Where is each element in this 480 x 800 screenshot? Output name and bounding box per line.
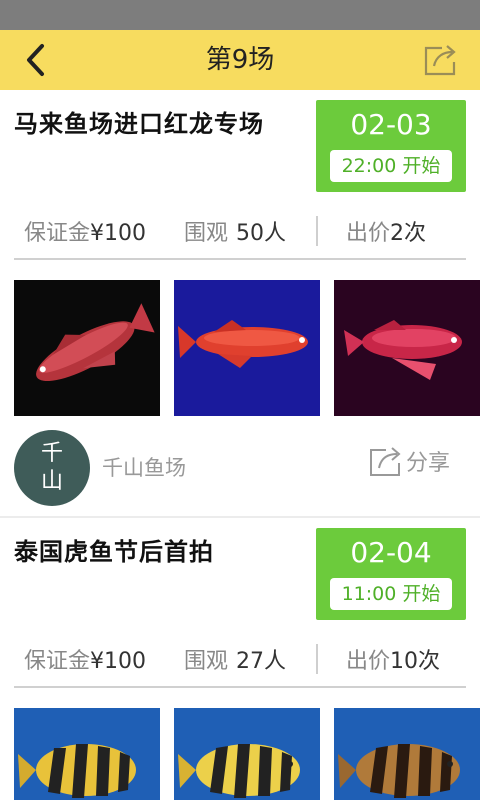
bid-value: 2次 xyxy=(390,221,427,246)
auction-stats: 保证金¥100 围观 27人 出价10次 xyxy=(14,636,466,682)
deposit-stat: 保证金¥100 xyxy=(24,215,146,247)
auction-title: 泰国虎鱼节后首拍 xyxy=(14,538,214,566)
fish-photo[interactable] xyxy=(174,280,320,416)
chevron-left-icon xyxy=(27,44,44,76)
deposit-label: 保证金 xyxy=(24,649,91,674)
bid-stat: 出价10次 xyxy=(346,643,440,675)
auction-title: 马来鱼场进口红龙专场 xyxy=(14,110,264,138)
auction-card[interactable]: 泰国虎鱼节后首拍 02-04 11:00 开始 保证金¥100 围观 27人 出价… xyxy=(0,518,480,800)
watch-value: 50人 xyxy=(236,221,287,246)
avatar-text-line: 千 xyxy=(40,441,63,466)
fish-photo[interactable] xyxy=(174,708,320,800)
share-label: 分享 xyxy=(405,451,450,476)
deposit-stat: 保证金¥100 xyxy=(24,643,146,675)
watch-label: 围观 xyxy=(184,221,229,246)
fish-photo[interactable] xyxy=(334,708,480,800)
bid-stat: 出价2次 xyxy=(346,215,426,247)
page-title: 第9场 xyxy=(205,45,275,75)
arowana-image xyxy=(174,280,320,416)
bid-label: 出价 xyxy=(346,221,391,246)
share-button[interactable] xyxy=(420,40,460,80)
watch-value: 27人 xyxy=(236,649,287,674)
auction-card[interactable]: 马来鱼场进口红龙专场 02-03 22:00 开始 保证金¥100 围观 50人 … xyxy=(0,90,480,520)
status-bar xyxy=(0,0,480,30)
share-button[interactable]: 分享 xyxy=(368,444,450,478)
divider xyxy=(14,686,466,688)
tiger-fish-image xyxy=(14,708,160,800)
bid-value: 10次 xyxy=(390,649,441,674)
fish-photo[interactable] xyxy=(334,280,480,416)
avatar-text-line: 山 xyxy=(40,469,63,494)
fish-photo[interactable] xyxy=(14,708,160,800)
auction-date: 02-03 xyxy=(350,108,432,141)
auction-stats: 保证金¥100 围观 50人 出价2次 xyxy=(14,208,466,254)
tiger-fish-image xyxy=(174,708,320,800)
seller-row: 千 山 千山鱼场 分享 xyxy=(0,428,480,506)
stat-divider xyxy=(316,216,318,246)
divider xyxy=(14,258,466,260)
watch-label: 围观 xyxy=(184,649,229,674)
seller-avatar[interactable]: 千 山 xyxy=(14,430,90,506)
deposit-value: ¥100 xyxy=(90,221,147,246)
share-icon xyxy=(369,447,401,476)
arowana-image xyxy=(14,280,160,416)
stat-divider xyxy=(316,644,318,674)
date-box[interactable]: 02-03 22:00 开始 xyxy=(316,100,466,192)
nav-bar: 第9场 xyxy=(0,30,480,90)
date-box[interactable]: 02-04 11:00 开始 xyxy=(316,528,466,620)
tiger-fish-image xyxy=(334,708,480,800)
deposit-value: ¥100 xyxy=(90,649,147,674)
bid-label: 出价 xyxy=(346,649,391,674)
deposit-label: 保证金 xyxy=(24,221,91,246)
arowana-image xyxy=(334,280,480,416)
watch-stat: 围观 27人 xyxy=(184,643,286,675)
back-button[interactable] xyxy=(18,42,54,78)
auction-date: 02-04 xyxy=(350,536,432,569)
fish-photo[interactable] xyxy=(14,280,160,416)
start-time-badge: 11:00 开始 xyxy=(330,578,452,610)
start-time-badge: 22:00 开始 xyxy=(330,150,452,182)
seller-name[interactable]: 千山鱼场 xyxy=(102,452,186,482)
share-icon xyxy=(424,45,456,76)
watch-stat: 围观 50人 xyxy=(184,215,286,247)
